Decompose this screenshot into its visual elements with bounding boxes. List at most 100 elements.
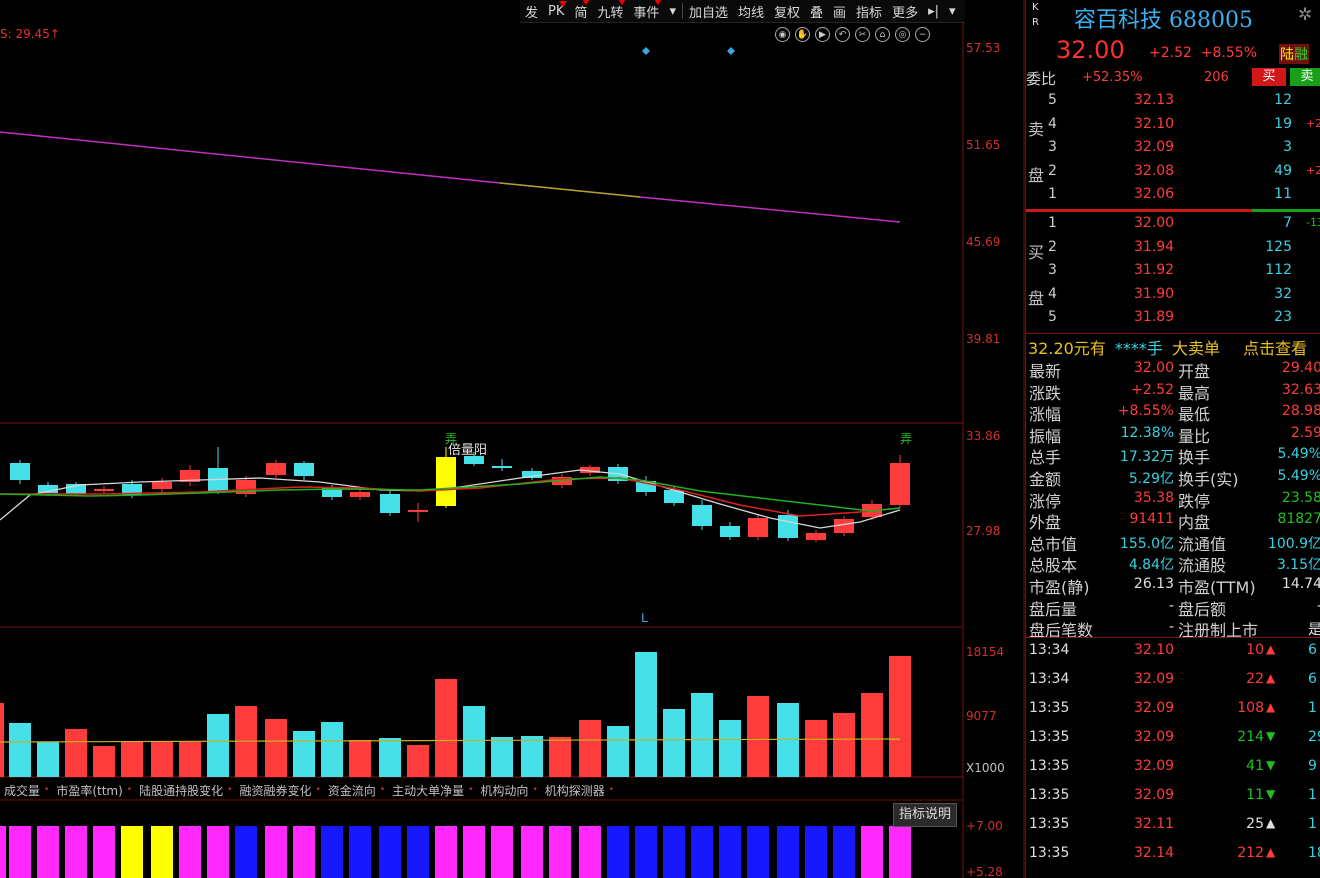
indicator-bar (0, 826, 6, 878)
order-row: 5 32.13 12 (1026, 90, 1320, 113)
order-row: 2 32.08 49 +29 (1026, 161, 1320, 184)
indicator-bar (379, 826, 401, 878)
stat-row: 市盈(静) 26.13 市盈(TTM) 14.74 (1026, 574, 1320, 597)
kline-chart[interactable]: 57.53 51.65 45.69 39.81 33.86 27.98 18154 9077 X… (0, 0, 1025, 878)
indicator-bar (435, 826, 457, 878)
volume-bar (0, 703, 4, 777)
stat-label: 最低 (1178, 405, 1211, 425)
indicator-tab[interactable]: 陆股通持股变化 (135, 782, 227, 799)
indicator-help-button[interactable]: 指标说明 (893, 803, 957, 827)
indicator-bar (663, 826, 685, 878)
tick-time: 13:35 (1029, 758, 1070, 774)
weibi-label: 委比 (1026, 70, 1057, 88)
indicator-bar (121, 826, 143, 878)
volume-bar (349, 740, 371, 777)
tick-price: 32.09 (1134, 729, 1175, 745)
tab-dot-icon: • (608, 785, 615, 795)
order-volume: 112 (1265, 262, 1292, 278)
stat-label: 涨跌 (1029, 383, 1062, 403)
candle-body (10, 463, 30, 480)
indicator-bar (151, 826, 173, 878)
sell-button[interactable]: 卖 (1290, 68, 1320, 86)
signal-marker: 弄 (900, 432, 912, 446)
buy-button[interactable]: 买 (1252, 68, 1286, 86)
stat-value: 32.63 (1281, 381, 1320, 398)
big-order-bar[interactable]: 32.20元有 ****手 大卖单 点击查看 (1028, 335, 1307, 359)
indicator-tab[interactable]: 资金流向 (324, 782, 380, 799)
order-level: 1 (1048, 186, 1057, 202)
order-level: 2 (1048, 162, 1057, 179)
indicator-bar (833, 826, 855, 878)
stat-value: 81827 (1277, 511, 1320, 528)
indicator-tab[interactable]: 主动大单净量 (388, 782, 468, 799)
indicator-bar (321, 826, 343, 878)
indicator-tab[interactable]: 市盈率(ttm) (52, 782, 126, 799)
indicator-bar (607, 826, 629, 878)
low-marker: L (641, 611, 648, 625)
stat-row: 总手 17.32万 换手 5.49% (1026, 444, 1320, 467)
buy_group-label-1: 买 (1028, 243, 1045, 262)
tick-row: 13:35 32.09 11 ▼ 1 (1026, 785, 1320, 808)
quote-panel: K R 容百科技 688005 ✲ 32.00 +2.52 +8.55% 陆融 … (1025, 0, 1320, 878)
indicator-bar (349, 826, 371, 878)
stat-row: 金额 5.29亿 换手(实) 5.49% (1026, 466, 1320, 489)
gear-icon[interactable]: ✲ (1298, 5, 1312, 25)
tick-volume: 214 (1237, 729, 1264, 745)
volume-bar (121, 742, 143, 777)
price-axis-label: 45.69 (966, 235, 1000, 249)
tick-row: 13:35 32.11 25 ▲ 1 (1026, 814, 1320, 837)
order-change: +2 (1306, 116, 1320, 130)
volume-bar (37, 742, 59, 777)
volume-axis-label: 18154 (966, 645, 1004, 659)
stat-row: 总市值 155.0亿 流通值 100.9亿 (1026, 531, 1320, 554)
tick-row: 13:34 32.10 10 ▲ 6 (1026, 640, 1320, 663)
volume-bar (435, 679, 457, 777)
arrow-down-icon: ▼ (1266, 787, 1276, 801)
stat-value: +2.52 (1131, 381, 1174, 398)
tick-count: 6 (1308, 671, 1317, 687)
stat-value: 3.15亿 (1276, 557, 1320, 574)
volume-bar (321, 722, 343, 777)
stat-value: 91411 (1129, 511, 1174, 528)
volume-bar (691, 693, 713, 777)
stat-row: 盘后量-盘后额- (1026, 596, 1320, 619)
event-diamond-icon (642, 47, 650, 55)
indicator-tab[interactable]: 机构动向 (476, 782, 532, 799)
tick-count: 1 (1308, 787, 1317, 803)
tick-price: 32.11 (1134, 816, 1175, 832)
stat-value: 35.38 (1133, 489, 1174, 506)
order-row: 3 31.92 112 (1026, 260, 1320, 283)
volume-bar (93, 746, 115, 777)
indicator-bar (579, 826, 601, 878)
tick-count: 6 (1308, 642, 1317, 658)
stat-label: 涨幅 (1029, 405, 1062, 425)
hk-connect-tag: 陆融 (1279, 44, 1309, 64)
stat-label: 换手 (1178, 448, 1211, 468)
order-row: 1 32.06 11 (1026, 184, 1320, 207)
stat-label: 最高 (1178, 383, 1211, 403)
tick-time: 13:35 (1029, 816, 1070, 832)
indicator-tab[interactable]: 成交量 (0, 782, 44, 799)
arrow-down-icon: ▼ (1266, 729, 1276, 743)
bid-ask-bar-green (1252, 209, 1320, 212)
indicator-tab[interactable]: 机构探测器 (541, 782, 609, 799)
indicator-bar (9, 826, 31, 878)
stat-row: 外盘 91411 内盘 81827 (1026, 509, 1320, 532)
price-axis-label: 51.65 (966, 138, 1000, 152)
indicator-bar (265, 826, 287, 878)
indicator-bar (407, 826, 429, 878)
stat-label: 盘后额 (1178, 599, 1227, 619)
stat-value: 5.29亿 (1128, 471, 1174, 487)
volume-bar (663, 709, 685, 777)
bid-ask-bar-red (1026, 209, 1252, 212)
tick-row: 13:35 32.09 214▼ 29 (1026, 727, 1320, 750)
volume-bar (805, 720, 827, 777)
tab-dot-icon: • (379, 785, 386, 795)
ma-line-segment (499, 182, 641, 198)
price-axis-label: 57.53 (966, 41, 1000, 55)
indicator-tab[interactable]: 融资融券变化 (235, 782, 315, 799)
stat-label: 总市值 (1029, 534, 1078, 554)
arrow-up-icon: ▲ (1266, 816, 1276, 830)
indicator-bar (747, 826, 769, 878)
volume-bar (777, 703, 799, 777)
